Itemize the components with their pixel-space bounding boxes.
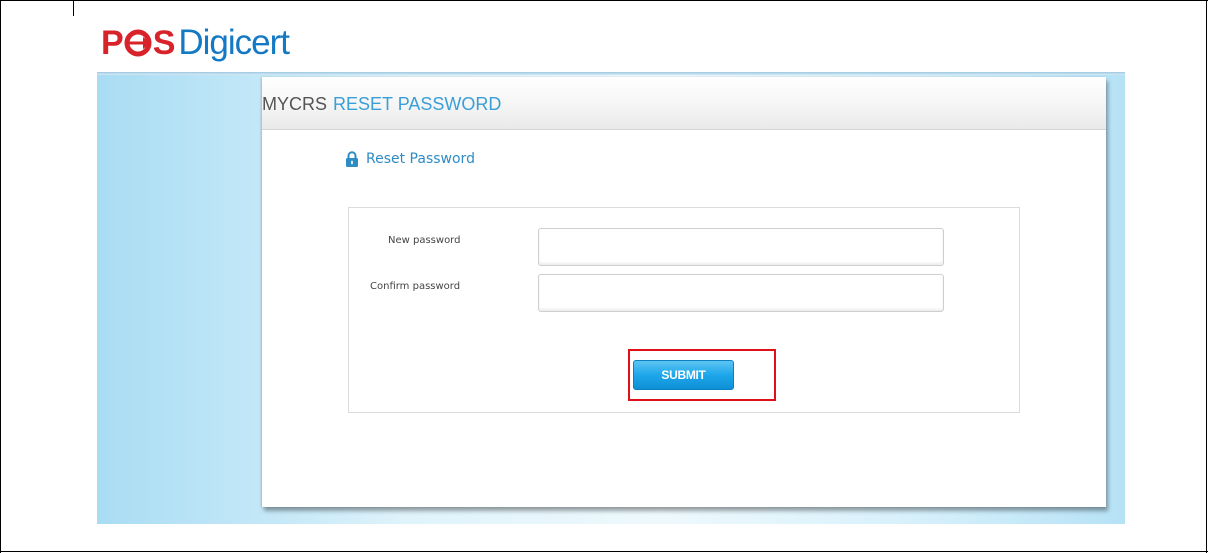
- logo-arrow-icon: [124, 29, 152, 57]
- screenshot-frame: P S Digicert MYCRS RESET PASSWORD Reset …: [97, 12, 1125, 524]
- new-password-label: New password: [388, 235, 461, 246]
- document-border-left: [0, 0, 1, 553]
- new-password-input[interactable]: [538, 228, 944, 266]
- section-heading: Reset Password: [345, 151, 475, 167]
- site-header: P S Digicert: [97, 12, 1125, 74]
- logo-digicert-text: Digicert: [178, 23, 290, 62]
- reset-password-panel: MYCRS RESET PASSWORD Reset Password New p…: [262, 77, 1106, 507]
- section-title: Reset Password: [366, 151, 475, 167]
- app-name: MYCRS: [262, 94, 328, 114]
- logo-letter-p: P: [101, 23, 124, 62]
- document-cell-divider: [73, 0, 74, 16]
- panel-header: MYCRS RESET PASSWORD: [262, 77, 1106, 130]
- logo-letter-s: S: [152, 23, 176, 62]
- reset-password-form: New password Confirm password SUBMIT: [348, 207, 1020, 413]
- submit-button[interactable]: SUBMIT: [633, 360, 734, 390]
- panel-title: MYCRS RESET PASSWORD: [262, 94, 501, 115]
- page-title: RESET PASSWORD: [333, 94, 502, 114]
- logo-pos-mark: P S: [101, 23, 176, 63]
- confirm-password-label: Confirm password: [370, 281, 461, 292]
- document-border-right: [1206, 0, 1207, 553]
- confirm-password-input[interactable]: [538, 274, 944, 312]
- lock-icon: [345, 151, 359, 167]
- document-border-top: [0, 0, 1208, 1]
- document-border-bottom: [0, 551, 1208, 552]
- pos-digicert-logo[interactable]: P S Digicert: [101, 20, 290, 66]
